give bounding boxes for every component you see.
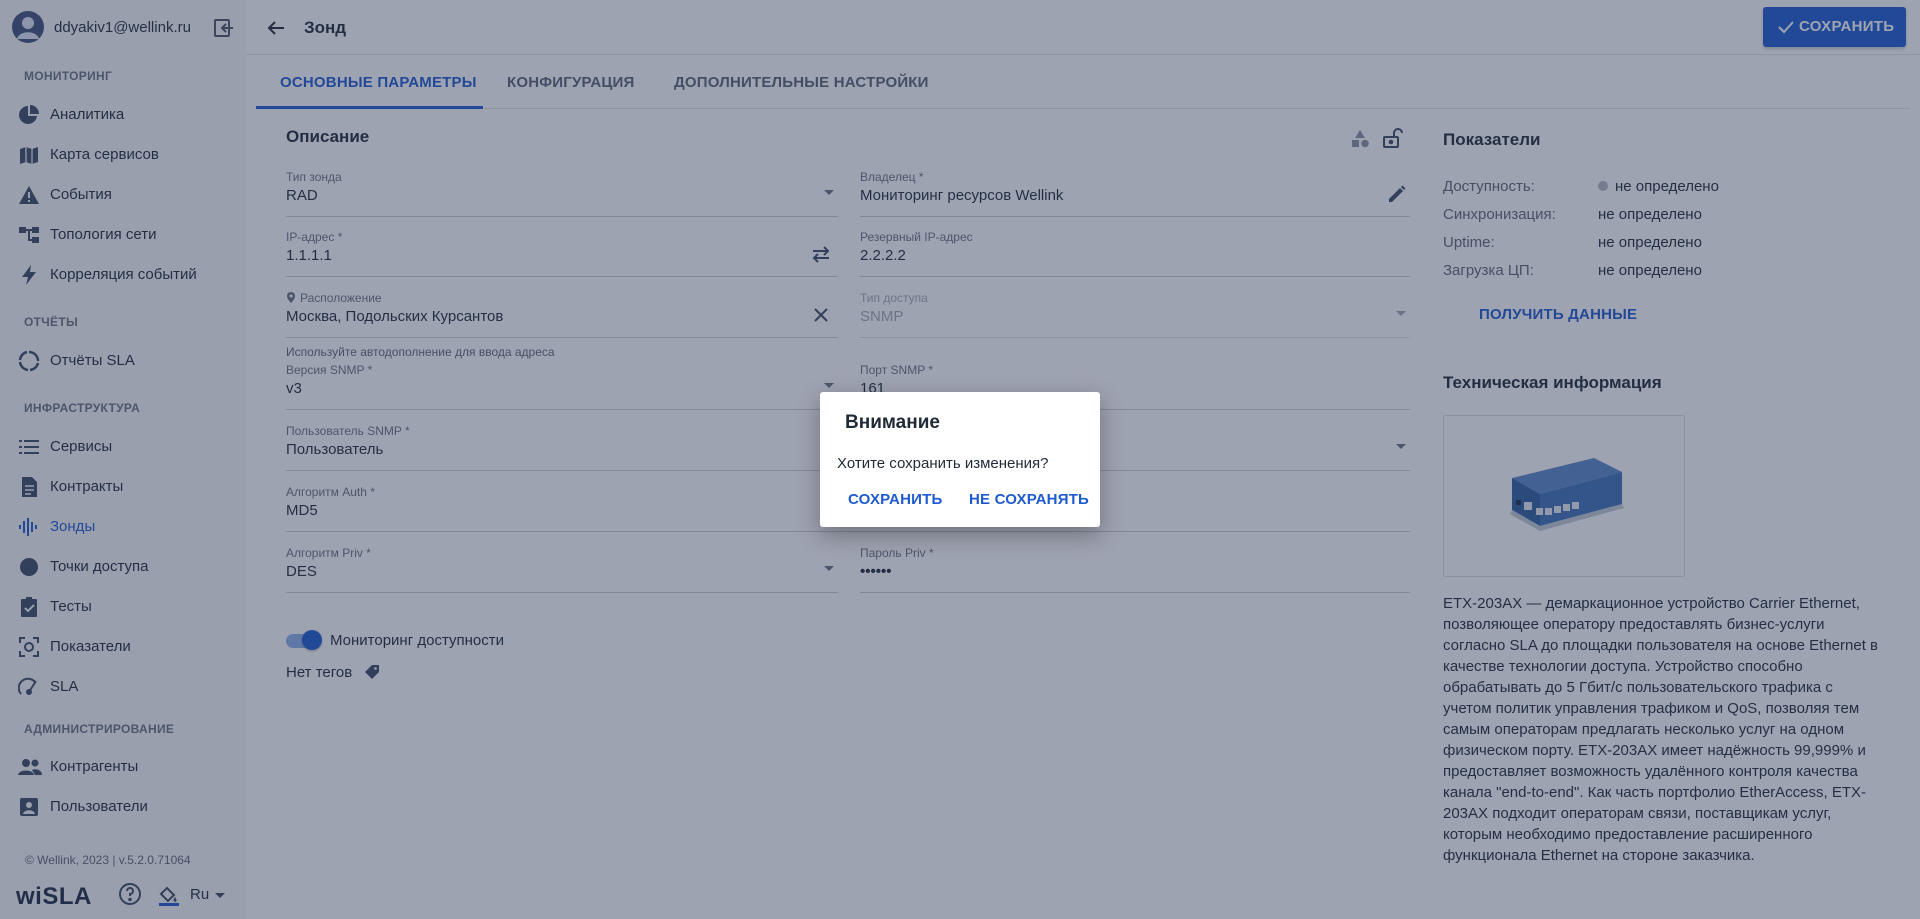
confirm-dialog: Внимание Хотите сохранить изменения? СОХ… [820, 392, 1100, 527]
dialog-message: Хотите сохранить изменения? [837, 455, 1049, 472]
dialog-title: Внимание [845, 412, 940, 433]
dialog-dont-save-button[interactable]: НЕ СОХРАНЯТЬ [969, 491, 1089, 508]
dialog-save-button[interactable]: СОХРАНИТЬ [848, 491, 942, 508]
